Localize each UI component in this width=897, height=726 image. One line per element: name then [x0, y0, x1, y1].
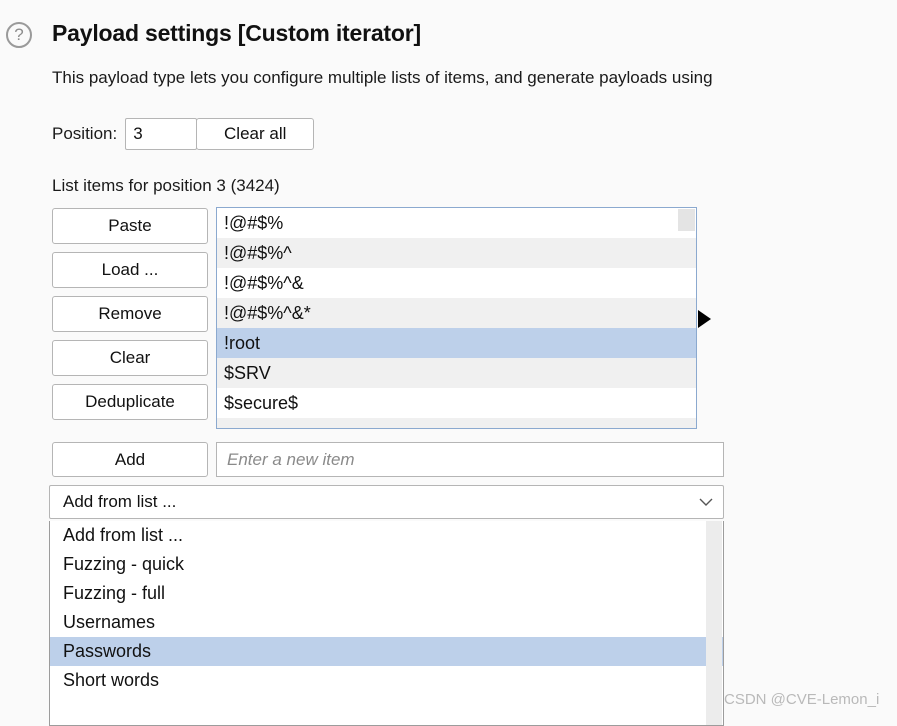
add-from-list-combo[interactable]: Add from list ... — [49, 485, 724, 519]
load-button[interactable]: Load ... — [52, 252, 208, 288]
list-item[interactable]: !root — [217, 328, 696, 358]
dropdown-option-short-words[interactable]: Short words — [50, 666, 723, 695]
list-scrollbar-thumb[interactable] — [678, 209, 695, 231]
dropdown-option-add-from-list[interactable]: Add from list ... — [50, 521, 723, 550]
dropdown-option-fuzzing-full[interactable]: Fuzzing - full — [50, 579, 723, 608]
position-input[interactable] — [125, 118, 198, 150]
dropdown-scrollbar-track[interactable] — [706, 521, 722, 725]
payload-list-box[interactable]: !@#$% !@#$%^ !@#$%^& !@#$%^&* !root $SRV… — [216, 207, 697, 429]
clear-all-button[interactable]: Clear all — [196, 118, 315, 150]
dropdown-option-passwords[interactable]: Passwords — [50, 637, 723, 666]
combo-selected-value: Add from list ... — [63, 492, 177, 511]
position-label: Position: — [52, 124, 118, 143]
page-description: This payload type lets you configure mul… — [52, 68, 713, 87]
mouse-cursor-arrow-icon — [698, 310, 711, 328]
watermark: CSDN @CVE-Lemon_i — [724, 691, 880, 708]
list-item[interactable] — [217, 418, 696, 428]
list-item[interactable]: !@#$%^& — [217, 268, 696, 298]
list-item[interactable]: !@#$% — [217, 208, 696, 238]
new-item-input[interactable] — [216, 442, 724, 477]
dropdown-option-fuzzing-quick[interactable]: Fuzzing - quick — [50, 550, 723, 579]
dropdown-option-usernames[interactable]: Usernames — [50, 608, 723, 637]
deduplicate-button[interactable]: Deduplicate — [52, 384, 208, 420]
list-item[interactable]: !@#$%^ — [217, 238, 696, 268]
add-from-list-dropdown[interactable]: Add from list ... Fuzzing - quick Fuzzin… — [49, 521, 724, 726]
page-title: Payload settings [Custom iterator] — [52, 20, 421, 46]
position-row: Position: Clear all — [52, 118, 315, 150]
help-icon[interactable]: ? — [6, 22, 32, 48]
list-action-buttons: Paste Load ... Remove Clear Deduplicate — [52, 208, 208, 428]
list-item[interactable]: $secure$ — [217, 388, 696, 418]
list-item[interactable]: !@#$%^&* — [217, 298, 696, 328]
add-button[interactable]: Add — [52, 442, 208, 477]
clear-button[interactable]: Clear — [52, 340, 208, 376]
list-item[interactable]: $SRV — [217, 358, 696, 388]
chevron-down-icon[interactable] — [689, 496, 723, 508]
remove-button[interactable]: Remove — [52, 296, 208, 332]
paste-button[interactable]: Paste — [52, 208, 208, 244]
list-items-label: List items for position 3 (3424) — [52, 176, 280, 195]
